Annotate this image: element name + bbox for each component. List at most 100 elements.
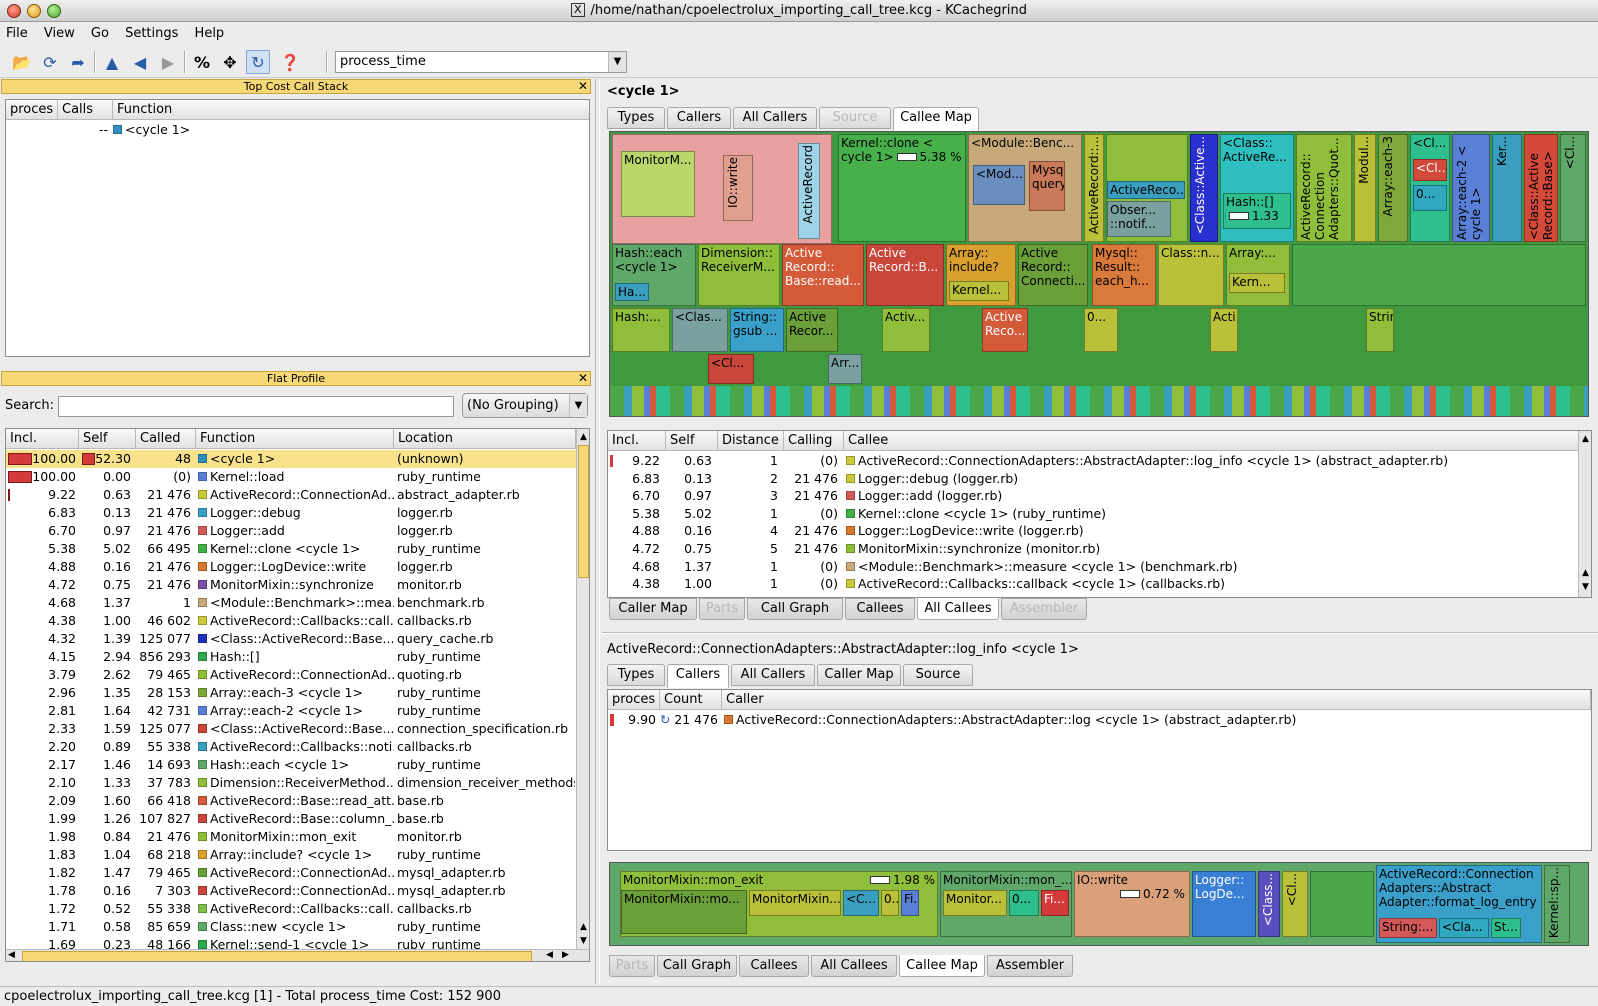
treemap-cell-monitor[interactable]: Monitor... [943,890,1007,916]
col-proces[interactable]: proces [608,690,660,710]
treemap-cell-classn[interactable]: Class::n... [1158,244,1224,306]
treemap-cell-kernel[interactable]: Kernel... [949,281,1009,301]
table-row[interactable]: 6.83 0.13 2 21 476 Logger::debug (logger.rb) [608,470,1578,488]
treemap-cell-string[interactable]: String:... [1379,918,1437,938]
event-type-select[interactable]: process_time ▼ [335,51,627,73]
scroll-up-icon[interactable]: ▲ [1579,433,1591,445]
scroll-left-icon[interactable]: ◀ [8,950,15,960]
table-row[interactable]: 2.10 1.33 37 783 Dimension::ReceiverMethod.… [6,774,576,792]
col-function[interactable]: Function [196,429,394,449]
treemap-cell-logger[interactable]: Logger:: LogDe... [1192,871,1256,937]
grouping-select[interactable]: (No Grouping) ▼ [462,393,588,418]
horizontal-splitter[interactable] [602,632,1598,634]
close-window-button[interactable] [7,4,21,18]
scroll-right-icon[interactable]: ▶ [562,950,569,960]
tab-caller-map[interactable]: Caller Map [817,664,901,686]
tab-all-callees[interactable]: All Callees [811,955,897,977]
callees-scrollbar[interactable]: ▲ ▲ ▼ [1578,431,1591,597]
treemap-cell-dimension[interactable]: Dimension:: ReceiverM... [698,244,780,306]
scroll-down-icon[interactable]: ▼ [577,935,589,947]
table-row[interactable]: 5.38 5.02 66 495 Kernel::clone <cycle 1> rub… [6,540,576,558]
table-row[interactable]: 1.82 1.47 79 465 ActiveRecord::ConnectionAd… [6,864,576,882]
treemap-cell-hash2[interactable]: Hash:... [612,308,670,352]
treemap-cell-kernsp[interactable]: Kernel::sp... [1544,865,1570,943]
treemap-cell-hash[interactable]: Hash::[] 1.33 [1223,193,1291,229]
scroll-down-icon[interactable]: ▼ [1579,581,1591,593]
table-row[interactable]: 1.71 0.58 85 659 Class::new <cycle 1> ruby_r… [6,918,576,936]
tab-parts[interactable]: Parts [699,598,745,620]
tab-source[interactable]: Source [819,107,891,129]
tab-call-graph[interactable]: Call Graph [747,598,843,620]
treemap-cell-hasheach[interactable]: Hash::each <cycle 1> Ha... [612,244,696,306]
treemap-cell-cl2[interactable]: <Cl... [1560,134,1586,242]
treemap-cell-modul[interactable]: Modul... [1354,134,1376,242]
forward-icon[interactable]: ▶ [156,50,180,74]
treemap-cell-benchmark[interactable]: <Module::Benc... <Mod... Mysql:: query [968,134,1082,242]
treemap-cell-zero[interactable]: 0... [1009,890,1039,916]
treemap-cell-cc[interactable]: <C... [843,890,879,916]
table-row[interactable]: 1.98 0.84 21 476 MonitorMixin::mon_exit moni… [6,828,576,846]
col-proces[interactable]: proces [6,100,58,120]
treemap-cell-arrayeach2[interactable]: Array::each-2 < cycle 1> [1452,134,1490,242]
treemap-cell-string[interactable]: String:: gsub ... [730,308,784,352]
scroll-up-icon[interactable]: ▲ [577,921,589,933]
tab-all-callers[interactable]: All Callers [733,107,817,129]
treemap-cell-iowrite[interactable]: IO::write [723,155,753,221]
list-item[interactable]: -- <cycle 1> [6,121,589,139]
col-calling[interactable]: Calling [784,431,844,451]
tab-callee-map[interactable]: Callee Map [899,955,985,977]
tab-callers[interactable]: Callers [667,107,731,129]
treemap-cell-monon[interactable]: MonitorMixin::mon_... Monitor... 0... Fi… [940,871,1072,937]
tab-assembler[interactable]: Assembler [987,955,1073,977]
treemap-small-cells[interactable] [610,386,1588,416]
table-row[interactable]: 4.38 1.00 1 (0) ActiveRecord::Callbacks::cal… [608,575,1578,593]
menu-settings[interactable]: Settings [119,23,184,45]
minimize-window-button[interactable] [27,4,41,18]
treemap-cell-st[interactable]: St... [1491,918,1521,938]
treemap-cell-arread[interactable]: Active Record:: Base::read... [782,244,864,306]
menu-file[interactable]: File [0,23,34,45]
treemap-cell-clas2[interactable]: <Clas... [672,308,728,352]
treemap-cell-fi2[interactable]: Fi... [1041,890,1069,916]
treemap-cell-zero2[interactable]: 0... [1084,308,1118,352]
table-row[interactable]: 4.68 1.37 1 <Module::Benchmark>::mea... benc… [6,594,576,612]
callee-treemap[interactable]: MonitorM... IO::write ActiveRecord Kerne… [609,131,1589,417]
menu-go[interactable]: Go [85,23,115,45]
table-row[interactable]: 9.90 ↻ 21 476 ActiveRecord::ConnectionAd… [608,711,1591,729]
treemap-cell-strin[interactable]: Strin... [1366,308,1394,352]
treemap-cell-zero[interactable]: 0... [1413,185,1447,211]
move-icon[interactable]: ✥ [218,50,242,74]
tab-callees[interactable]: Callees [739,955,809,977]
col-incl[interactable]: Incl. [6,429,79,449]
table-row[interactable]: 4.72 0.75 5 21 476 MonitorMixin::synchronize… [608,540,1578,558]
flat-scrollbar[interactable]: ▲ ▲ ▼ [576,429,589,949]
tab-caller-map[interactable]: Caller Map [609,598,697,620]
table-row[interactable]: 4.15 2.94 856 293 Hash::[] ruby_runtime [6,648,576,666]
treemap-cell-arconn[interactable]: Active Record:: Connecti... [1018,244,1088,306]
tab-types[interactable]: Types [607,107,665,129]
menu-view[interactable]: View [38,23,81,45]
table-row[interactable]: 6.83 0.13 21 476 Logger::debug logger.rb [6,504,576,522]
treemap-cell-mysqlres[interactable]: Mysql:: Result:: each_h... [1092,244,1156,306]
table-row[interactable]: 2.33 1.59 125 077 <Class::ActiveRecord::Bas… [6,720,576,738]
col-distance[interactable]: Distance [718,431,784,451]
col-incl[interactable]: Incl. [608,431,666,451]
tab-callers[interactable]: Callers [667,664,729,688]
tab-parts[interactable]: Parts [609,955,655,977]
treemap-cell-fi[interactable]: Fi... [901,890,919,916]
forward-arrow-icon[interactable]: ➦ [66,50,90,74]
col-called[interactable]: Called [136,429,196,449]
treemap-cell-arco[interactable]: ActiveReco... [1107,181,1185,199]
scroll-thumb[interactable] [578,445,589,578]
back-icon[interactable]: ◀ [128,50,152,74]
table-row[interactable]: 9.22 0.63 1 (0) ActiveRecord::ConnectionAdap… [608,452,1578,470]
treemap-cell-classar[interactable]: <Class:: ActiveRe... Hash::[] 1.33 [1220,134,1294,242]
treemap-cell-cl1[interactable]: <Cl... <Cl... 0... [1410,134,1450,242]
bottom-callee-treemap[interactable]: MonitorMixin::mon_exit 1.98 % MonitorMix… [609,862,1589,946]
treemap-cell-monmix[interactable]: MonitorMixin... [749,890,841,916]
table-row[interactable]: 6.70 0.97 3 21 476 Logger::add (logger.rb) [608,487,1578,505]
cycle-detection-icon[interactable]: ↻ [246,50,270,74]
treemap-cell-ha[interactable]: Ha... [615,283,649,301]
menu-help[interactable]: Help [189,23,231,45]
tab-assembler[interactable]: Assembler [1001,598,1087,620]
